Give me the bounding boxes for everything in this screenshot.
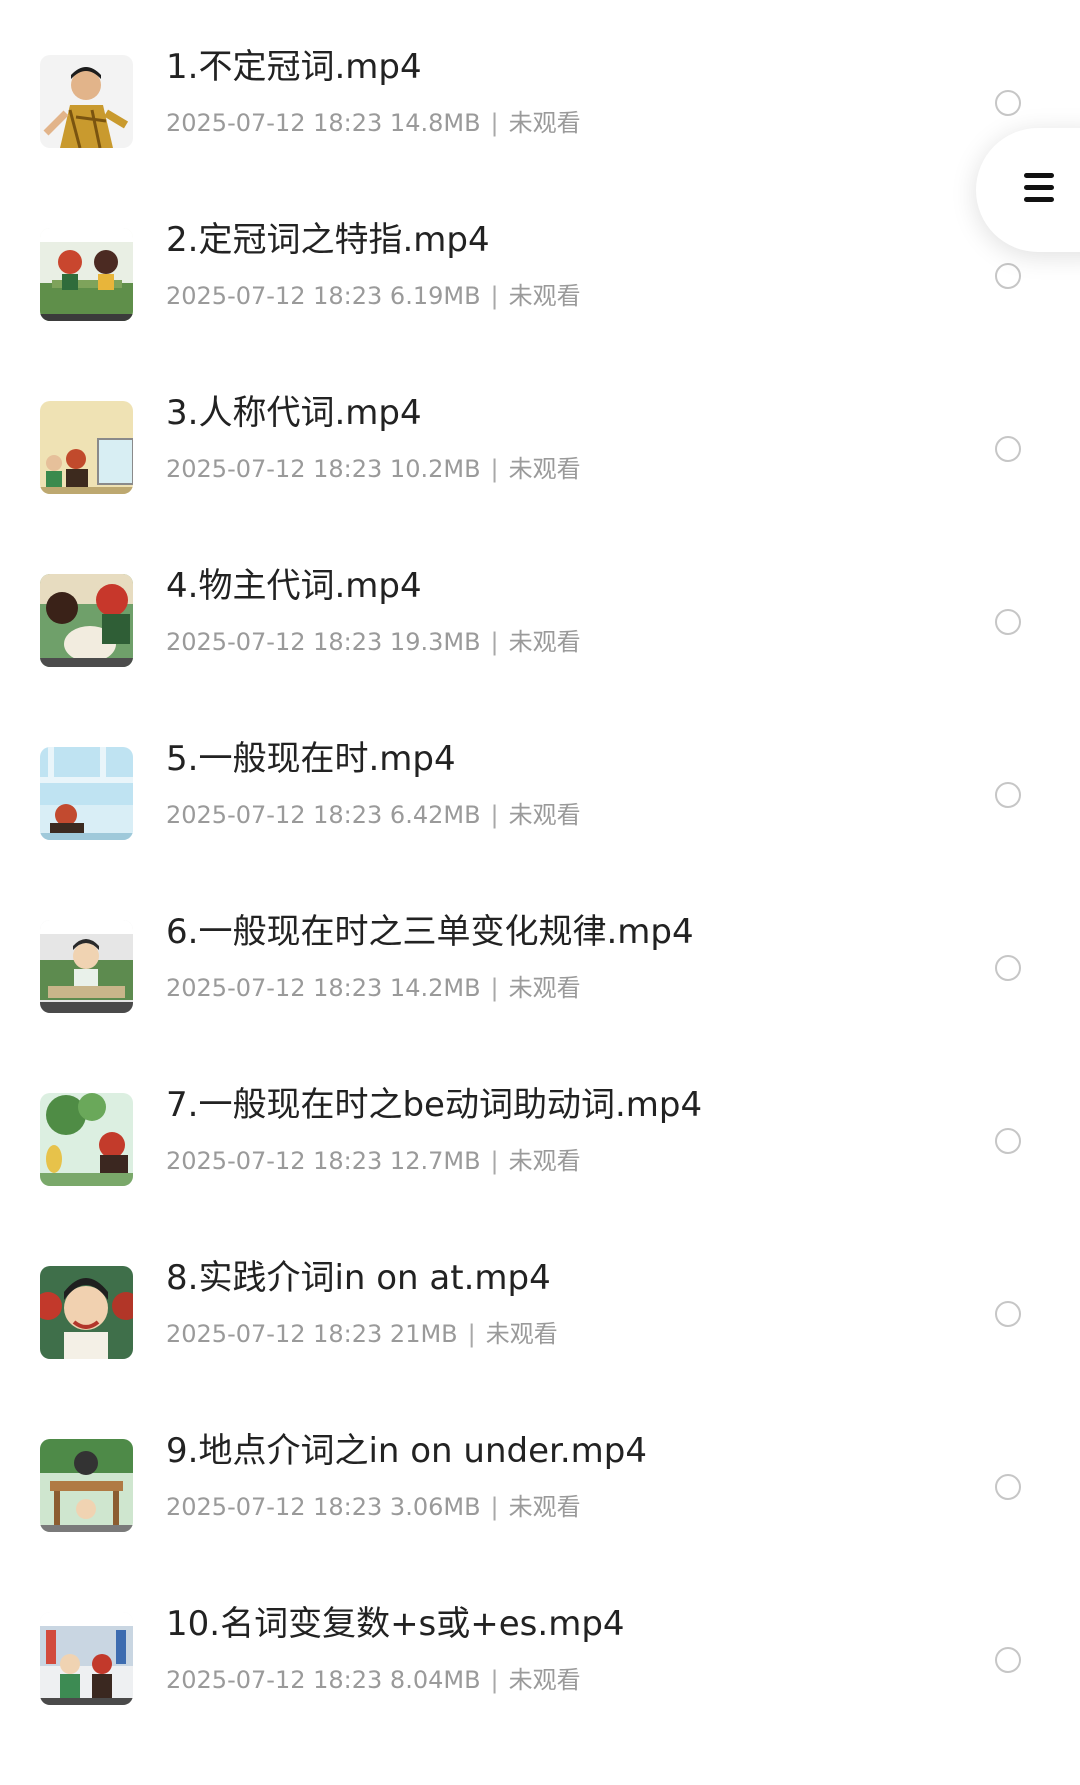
file-meta: 2025-07-12 18:23 3.06MB | 未观看: [166, 1491, 581, 1523]
list-item[interactable]: 9.地点介词之in on under.mp4 2025-07-12 18:23 …: [0, 1431, 1080, 1612]
file-date: 2025-07-12 18:23: [166, 801, 383, 829]
file-size: 3.06MB: [389, 1493, 481, 1521]
file-date: 2025-07-12 18:23: [166, 1147, 383, 1175]
video-thumbnail: [40, 55, 133, 148]
list-item[interactable]: 7.一般现在时之be动词助动词.mp4 2025-07-12 18:23 12.…: [0, 1085, 1080, 1266]
file-size: 14.2MB: [389, 974, 481, 1002]
file-meta: 2025-07-12 18:23 14.8MB | 未观看: [166, 107, 581, 139]
watch-status: 未观看: [508, 628, 581, 656]
video-thumbnail: [40, 574, 133, 667]
meta-separator: |: [490, 628, 499, 656]
file-size: 19.3MB: [389, 628, 481, 656]
meta-separator: |: [467, 1320, 476, 1348]
select-radio[interactable]: [995, 90, 1021, 116]
select-radio[interactable]: [995, 955, 1021, 981]
file-meta: 2025-07-12 18:23 8.04MB | 未观看: [166, 1664, 581, 1696]
file-size: 12.7MB: [389, 1147, 481, 1175]
watch-status: 未观看: [508, 282, 581, 310]
file-meta: 2025-07-12 18:23 6.19MB | 未观看: [166, 280, 581, 312]
file-meta: 2025-07-12 18:23 14.2MB | 未观看: [166, 972, 581, 1004]
hamburger-menu-icon: [1024, 173, 1058, 207]
file-date: 2025-07-12 18:23: [166, 1320, 383, 1348]
meta-separator: |: [490, 282, 499, 310]
list-item[interactable]: 10.名词变复数+s或+es.mp4 2025-07-12 18:23 8.04…: [0, 1604, 1080, 1785]
file-title: 3.人称代词.mp4: [166, 393, 422, 433]
select-radio[interactable]: [995, 1301, 1021, 1327]
file-size: 6.42MB: [389, 801, 481, 829]
video-thumbnail: [40, 1266, 133, 1359]
video-thumbnail: [40, 747, 133, 840]
video-thumbnail: [40, 1612, 133, 1705]
video-thumbnail: [40, 1439, 133, 1532]
file-date: 2025-07-12 18:23: [166, 109, 383, 137]
list-item[interactable]: 8.实践介词in on at.mp4 2025-07-12 18:23 21MB…: [0, 1258, 1080, 1439]
file-title: 5.一般现在时.mp4: [166, 739, 456, 779]
list-item[interactable]: 3.人称代词.mp4 2025-07-12 18:23 10.2MB | 未观看: [0, 393, 1080, 574]
file-title: 6.一般现在时之三单变化规律.mp4: [166, 912, 694, 952]
file-meta: 2025-07-12 18:23 10.2MB | 未观看: [166, 453, 581, 485]
file-meta: 2025-07-12 18:23 21MB | 未观看: [166, 1318, 558, 1350]
file-size: 21MB: [389, 1320, 458, 1348]
file-title: 7.一般现在时之be动词助动词.mp4: [166, 1085, 703, 1125]
file-title: 1.不定冠词.mp4: [166, 47, 422, 87]
file-date: 2025-07-12 18:23: [166, 1666, 383, 1694]
file-title: 9.地点介词之in on under.mp4: [166, 1431, 647, 1471]
file-meta: 2025-07-12 18:23 12.7MB | 未观看: [166, 1145, 581, 1177]
meta-separator: |: [490, 109, 499, 137]
file-date: 2025-07-12 18:23: [166, 974, 383, 1002]
file-title: 10.名词变复数+s或+es.mp4: [166, 1604, 625, 1644]
select-radio[interactable]: [995, 263, 1021, 289]
watch-status: 未观看: [508, 1147, 581, 1175]
meta-separator: |: [490, 1493, 499, 1521]
list-item[interactable]: 4.物主代词.mp4 2025-07-12 18:23 19.3MB | 未观看: [0, 566, 1080, 747]
list-item[interactable]: 6.一般现在时之三单变化规律.mp4 2025-07-12 18:23 14.2…: [0, 912, 1080, 1093]
list-item[interactable]: 5.一般现在时.mp4 2025-07-12 18:23 6.42MB | 未观看: [0, 739, 1080, 920]
file-meta: 2025-07-12 18:23 6.42MB | 未观看: [166, 799, 581, 831]
meta-separator: |: [490, 455, 499, 483]
video-thumbnail: [40, 228, 133, 321]
select-radio[interactable]: [995, 1647, 1021, 1673]
file-title: 8.实践介词in on at.mp4: [166, 1258, 551, 1298]
file-date: 2025-07-12 18:23: [166, 628, 383, 656]
list-item[interactable]: 2.定冠词之特指.mp4 2025-07-12 18:23 6.19MB | 未观看: [0, 220, 1080, 401]
file-size: 14.8MB: [389, 109, 481, 137]
meta-separator: |: [490, 974, 499, 1002]
file-date: 2025-07-12 18:23: [166, 455, 383, 483]
select-radio[interactable]: [995, 1128, 1021, 1154]
watch-status: 未观看: [508, 1493, 581, 1521]
meta-separator: |: [490, 1666, 499, 1694]
select-radio[interactable]: [995, 782, 1021, 808]
meta-separator: |: [490, 1147, 499, 1175]
watch-status: 未观看: [485, 1320, 558, 1348]
video-thumbnail: [40, 1093, 133, 1186]
file-meta: 2025-07-12 18:23 19.3MB | 未观看: [166, 626, 581, 658]
file-date: 2025-07-12 18:23: [166, 1493, 383, 1521]
meta-separator: |: [490, 801, 499, 829]
select-radio[interactable]: [995, 1474, 1021, 1500]
watch-status: 未观看: [508, 801, 581, 829]
watch-status: 未观看: [508, 455, 581, 483]
select-radio[interactable]: [995, 609, 1021, 635]
file-size: 10.2MB: [389, 455, 481, 483]
select-radio[interactable]: [995, 436, 1021, 462]
file-title: 4.物主代词.mp4: [166, 566, 422, 606]
watch-status: 未观看: [508, 1666, 581, 1694]
file-title: 2.定冠词之特指.mp4: [166, 220, 490, 260]
watch-status: 未观看: [508, 974, 581, 1002]
video-thumbnail: [40, 401, 133, 494]
file-date: 2025-07-12 18:23: [166, 282, 383, 310]
file-size: 6.19MB: [389, 282, 481, 310]
file-size: 8.04MB: [389, 1666, 481, 1694]
video-thumbnail: [40, 920, 133, 1013]
watch-status: 未观看: [508, 109, 581, 137]
list-item[interactable]: 1.不定冠词.mp4 2025-07-12 18:23 14.8MB | 未观看: [0, 47, 1080, 228]
